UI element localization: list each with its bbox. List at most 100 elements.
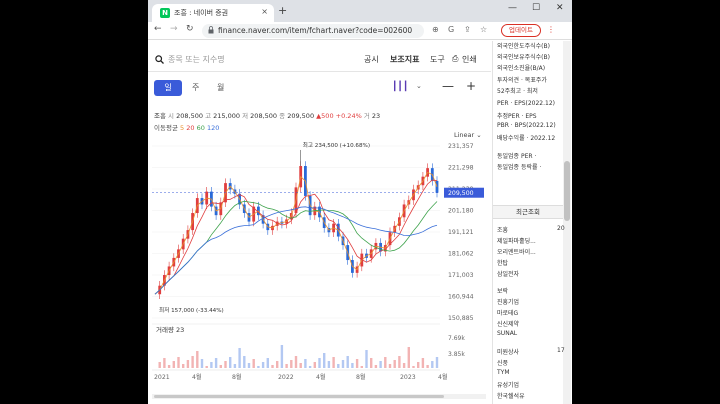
menu-dots-icon[interactable]: ⋮ xyxy=(547,25,555,34)
share-icon[interactable]: ⇪ xyxy=(464,25,471,34)
volume-bar xyxy=(337,364,340,368)
info-item[interactable]: 52주최고 · 최저 xyxy=(497,86,538,95)
volume-bar xyxy=(261,362,265,368)
recent-item[interactable]: 신풍 xyxy=(497,358,508,367)
candlestick-type-icon[interactable]: ┃┃┃ xyxy=(392,82,408,92)
volume-bar xyxy=(299,363,302,368)
recent-item[interactable]: 보락 xyxy=(497,286,508,295)
volume-label: 거 xyxy=(363,112,370,120)
info-item[interactable]: 외국인보유주식수(B) xyxy=(497,52,550,61)
info-item[interactable]: 동일업종 등락률 · xyxy=(497,162,541,171)
search-input[interactable]: 종목 또는 지수명 xyxy=(168,54,225,65)
period-tab-day[interactable]: 일 xyxy=(154,80,182,96)
y-tick-label: 231,357 xyxy=(448,143,474,150)
back-icon[interactable]: ← xyxy=(154,24,162,34)
info-item[interactable]: 투자의견 · 목표주가 xyxy=(497,75,547,84)
minimize-icon[interactable]: — xyxy=(508,3,517,13)
browser-tab[interactable]: N 조흥 : 네이버 증권 × xyxy=(152,4,274,22)
chart-panel: 종목 또는 지수명 공시 보조지표 도구 ⎙ 인쇄 일 주 월 ┃┃┃ ⌄ — … xyxy=(148,41,491,404)
ma-20[interactable]: 20 xyxy=(186,124,194,132)
ma-120[interactable]: 120 xyxy=(207,124,219,132)
x-tick-label: 2021 xyxy=(154,374,170,381)
address-bar[interactable]: finance.naver.com/item/fchart.naver?code… xyxy=(202,24,424,38)
volume-bar xyxy=(252,359,255,368)
volume-bar xyxy=(323,353,326,368)
recent-item[interactable]: 한탑 xyxy=(497,258,508,267)
volume-bar xyxy=(421,358,425,368)
info-item[interactable]: 배당수익률 · 2022.12 xyxy=(497,133,555,142)
current-price-label: 209,500 xyxy=(448,190,474,197)
volume-bar xyxy=(332,357,335,368)
x-tick-label: 8월 xyxy=(232,373,242,381)
period-tab-month[interactable]: 월 xyxy=(217,82,224,93)
zoom-in-button[interactable]: + xyxy=(466,79,476,93)
print-link[interactable]: 인쇄 xyxy=(462,54,477,65)
chevron-down-icon[interactable]: ⌄ xyxy=(416,82,422,90)
recent-item[interactable]: 유성기업 xyxy=(497,380,519,389)
volume-bar xyxy=(238,348,241,368)
recent-item[interactable]: 한국쉘석유 xyxy=(497,391,525,400)
volume-bar xyxy=(384,357,387,368)
volume-bar xyxy=(276,361,279,368)
google-icon[interactable]: G xyxy=(448,25,454,34)
tab-close-icon[interactable]: × xyxy=(261,7,268,16)
volume-bar xyxy=(308,366,312,368)
info-item[interactable]: 동일업종 PER · xyxy=(497,151,536,160)
volume-bar xyxy=(318,358,321,368)
bookmark-star-icon[interactable]: ☆ xyxy=(480,25,487,34)
volume-bar xyxy=(177,357,180,368)
print-icon[interactable]: ⎙ xyxy=(452,54,458,64)
max-annotation: 최고 234,500 (+10.68%) xyxy=(303,141,370,149)
recent-item[interactable]: SUNAL xyxy=(497,330,517,337)
recent-item[interactable]: 삼일전자 xyxy=(497,269,519,278)
zoom-out-button[interactable]: — xyxy=(442,79,454,93)
tab-strip: N 조흥 : 네이버 증권 × + — ☐ ✕ xyxy=(148,0,572,22)
recent-item[interactable]: 제일파마홀딩... xyxy=(497,236,536,245)
tools-link[interactable]: 도구 xyxy=(430,54,445,65)
volume-bar xyxy=(435,357,439,368)
recent-item[interactable]: 미원상사 xyxy=(497,347,519,356)
volume-bar xyxy=(186,360,190,368)
right-sidebar: 최근조회 외국인한도주식수(B) 외국인보유주식수(B) 외국인소진율(B/A) 투자… xyxy=(492,41,572,404)
volume-bar xyxy=(182,364,185,368)
recent-item[interactable]: 오리엔트바이... xyxy=(497,247,536,256)
min-annotation: 최저 157,000 (-33.44%) xyxy=(159,306,224,314)
maximize-icon[interactable]: ☐ xyxy=(532,3,540,13)
y-tick-label: 201,180 xyxy=(448,208,474,215)
y-tick-label: 181,062 xyxy=(448,251,474,258)
recent-item[interactable]: 마로테G xyxy=(497,308,518,317)
volume-bar xyxy=(167,365,171,368)
reload-icon[interactable]: ↻ xyxy=(186,24,194,34)
ma-5[interactable]: 5 xyxy=(180,124,184,132)
close-value: 209,500 xyxy=(287,112,315,120)
close-window-icon[interactable]: ✕ xyxy=(556,3,564,13)
recent-item[interactable]: TYM xyxy=(497,369,510,376)
info-item[interactable]: 외국인소진율(B/A) xyxy=(497,63,545,72)
volume-bar xyxy=(229,357,232,368)
tab-title: 조흥 : 네이버 증권 xyxy=(174,9,229,17)
info-item[interactable]: PBR · BPS(2022.12) xyxy=(497,122,556,129)
recent-header: 최근조회 xyxy=(493,205,563,219)
indicators-link[interactable]: 보조지표 xyxy=(390,54,419,65)
recent-item[interactable]: 진흥기업 xyxy=(497,297,519,306)
scrollbar-thumb[interactable] xyxy=(564,161,570,221)
search-icon[interactable] xyxy=(155,55,164,64)
notice-link[interactable]: 공시 xyxy=(364,54,379,65)
info-item[interactable]: 추정PER · EPS xyxy=(497,111,537,120)
zoom-icon[interactable]: ⊕ xyxy=(432,25,439,34)
volume-bar xyxy=(280,345,284,368)
recent-item[interactable]: 신신제약 xyxy=(497,319,519,328)
recent-item[interactable]: 조흥 xyxy=(497,225,508,234)
forward-icon[interactable]: → xyxy=(170,24,178,34)
volume-bar xyxy=(205,366,208,368)
recent-item-value: 17 xyxy=(557,347,565,354)
price-chart[interactable]: 231,357221,298211,239201,180191,121181,0… xyxy=(148,136,491,404)
update-button[interactable]: 업데이트 xyxy=(501,24,541,37)
volume-bar xyxy=(200,359,204,368)
ma-60[interactable]: 60 xyxy=(197,124,205,132)
info-item[interactable]: 외국인한도주식수(B) xyxy=(497,41,550,50)
naver-favicon-icon: N xyxy=(160,8,170,18)
period-tab-week[interactable]: 주 xyxy=(192,82,199,93)
info-item[interactable]: PER · EPS(2022.12) xyxy=(497,100,555,107)
new-tab-button[interactable]: + xyxy=(278,4,287,17)
